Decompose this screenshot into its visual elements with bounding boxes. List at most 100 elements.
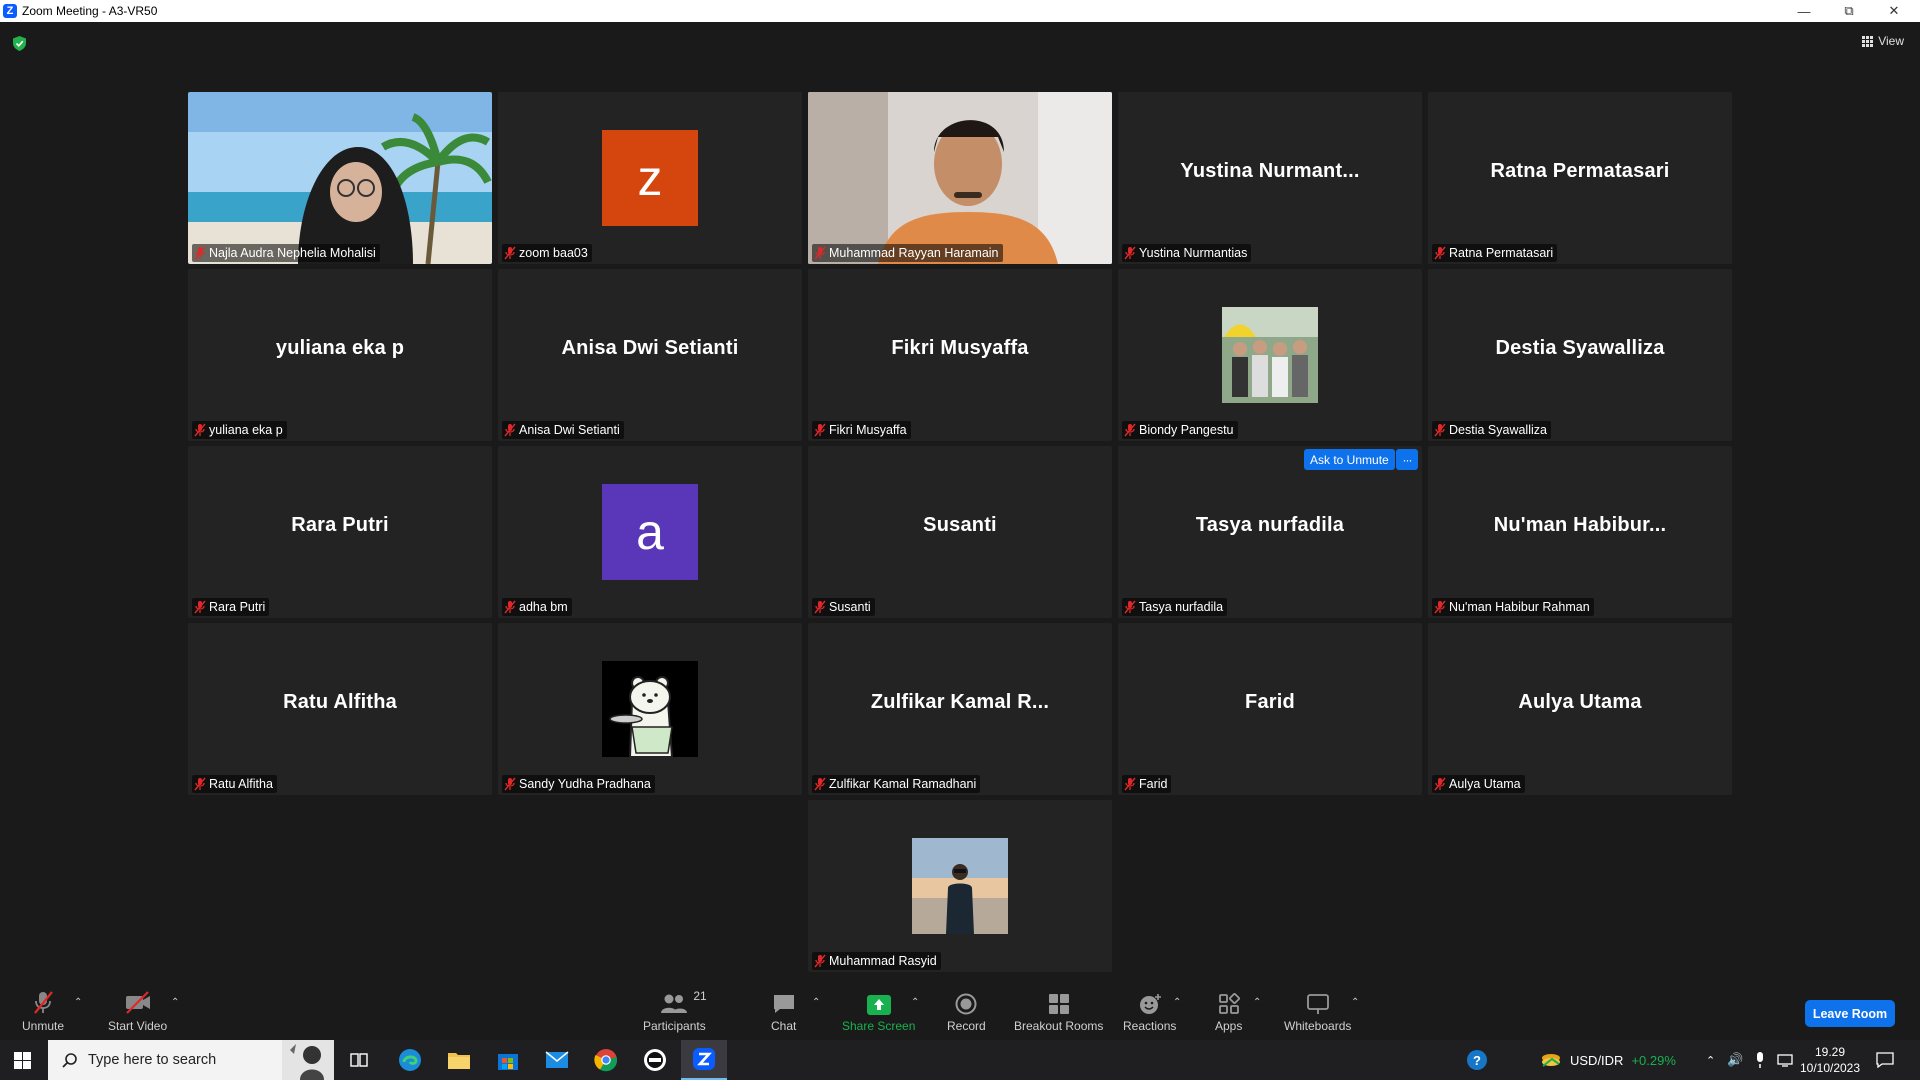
participant-tile[interactable]: Najla Audra Nephelia Mohalisi [188,92,492,264]
zoom-taskbar-icon[interactable] [681,1040,727,1080]
mic-muted-icon [814,954,826,968]
participants-button[interactable]: 21 Participants [643,989,707,1033]
participant-name: Aulya Utama [1449,777,1521,791]
reactions-button[interactable]: Reactions [1123,989,1176,1033]
restore-icon[interactable]: ⧉ [1827,0,1871,22]
participant-name-label: Zulfikar Kamal Ramadhani [812,775,981,793]
chat-icon [772,989,796,1015]
mic-muted-icon [194,600,206,614]
view-button[interactable]: View [1862,34,1904,48]
store-icon[interactable] [485,1040,531,1080]
participant-tile[interactable]: Nu'man Habibur... Nu'man Habibur Rahman [1428,446,1732,618]
participant-name-label: Najla Audra Nephelia Mohalisi [192,244,380,262]
app-icon[interactable] [632,1040,678,1080]
mail-icon[interactable] [534,1040,580,1080]
mic-muted-icon [504,777,516,791]
leave-room-button[interactable]: Leave Room [1805,1000,1895,1027]
apps-caret-icon[interactable]: ⌃ [1253,997,1261,1008]
participant-display-name: Nu'man Habibur... [1493,514,1667,536]
chrome-icon[interactable] [583,1040,629,1080]
participant-tile[interactable]: Ratna Permatasari Ratna Permatasari [1428,92,1732,264]
file-explorer-icon[interactable] [436,1040,482,1080]
more-options-button[interactable]: ··· [1396,449,1418,470]
unmute-button[interactable]: Unmute [22,989,64,1033]
participant-name-label: Farid [1122,775,1172,793]
mic-muted-icon [1124,777,1136,791]
participant-tile[interactable]: Farid Farid [1118,623,1422,795]
apps-icon [1218,989,1240,1015]
microphone-icon[interactable] [1755,1052,1765,1068]
participant-tile[interactable]: Ratu Alfitha Ratu Alfitha [188,623,492,795]
notifications-icon[interactable] [1876,1040,1894,1080]
participant-name: Anisa Dwi Setianti [519,423,620,437]
taskbar-search-box[interactable]: Type here to search [48,1040,334,1080]
participant-tile[interactable]: Yustina Nurmant... Yustina Nurmantias [1118,92,1422,264]
reactions-label: Reactions [1123,1019,1177,1033]
participant-tile[interactable]: Biondy Pangestu [1118,269,1422,441]
share-caret-icon[interactable]: ⌃ [911,997,919,1008]
mic-muted-icon [814,600,826,614]
participant-tile[interactable]: Aulya Utama Aulya Utama [1428,623,1732,795]
participant-tile[interactable]: Fikri Musyaffa Fikri Musyaffa [808,269,1112,441]
participant-name-label: Tasya nurfadila [1122,598,1228,616]
breakout-rooms-button[interactable]: Breakout Rooms [1014,989,1103,1033]
participant-tile[interactable]: yuliana eka p yuliana eka p [188,269,492,441]
windows-start-icon[interactable] [14,1052,31,1069]
participant-tile[interactable]: Susanti Susanti [808,446,1112,618]
volume-icon[interactable]: 🔊 [1727,1052,1743,1068]
participant-name: Najla Audra Nephelia Mohalisi [209,246,376,260]
chat-button[interactable]: Chat [771,989,796,1033]
record-button[interactable]: Record [947,989,986,1033]
participant-tile[interactable]: Anisa Dwi Setianti Anisa Dwi Setianti [498,269,802,441]
clock[interactable]: 19.29 10/10/2023 [1790,1044,1870,1076]
edge-browser-icon[interactable] [387,1040,433,1080]
participant-name: adha bm [519,600,568,614]
participant-name: Muhammad Rayyan Haramain [829,246,999,260]
participant-video-feed [808,92,1112,264]
mic-muted-icon [194,777,206,791]
whiteboards-button[interactable]: Whiteboards [1284,989,1351,1033]
mic-muted-icon [814,246,826,260]
mic-muted-icon [194,246,206,260]
participant-tile[interactable]: Muhammad Rasyid [808,800,1112,972]
close-icon[interactable]: ✕ [1872,0,1916,22]
video-options-caret-icon[interactable]: ⌃ [171,997,179,1008]
start-video-button[interactable]: Start Video [108,989,167,1033]
participants-icon: 21 [659,989,707,1015]
participant-name-label: zoom baa03 [502,244,592,262]
participant-tile[interactable]: Zulfikar Kamal R... Zulfikar Kamal Ramadh… [808,623,1112,795]
grid-view-icon [1862,35,1874,47]
record-icon [955,989,977,1015]
breakout-rooms-label: Breakout Rooms [1014,1019,1104,1033]
whiteboards-caret-icon[interactable]: ⌃ [1351,997,1359,1008]
apps-label: Apps [1215,1019,1243,1033]
windows-taskbar: Type here to search ? USD/IDR +0.29% ⌃ 🔊… [0,1040,1920,1080]
participant-display-name: Anisa Dwi Setianti [561,337,739,359]
participant-name: Biondy Pangestu [1139,423,1234,437]
participant-tile[interactable]: Muhammad Rayyan Haramain [808,92,1112,264]
minimize-icon[interactable]: — [1782,0,1826,22]
participant-tile[interactable]: Destia Syawalliza Destia Syawalliza [1428,269,1732,441]
participant-tile[interactable]: Tasya nurfadila Tasya nurfadila [1118,446,1422,618]
currency-widget[interactable]: USD/IDR +0.29% [1540,1040,1676,1080]
participant-avatar: z [602,130,698,226]
whiteboard-icon [1306,989,1330,1015]
participant-name-label: Susanti [812,598,875,616]
participant-name: zoom baa03 [519,246,588,260]
participant-name-label: Anisa Dwi Setianti [502,421,624,439]
ask-to-unmute-button[interactable]: Ask to Unmute [1304,449,1395,470]
help-icon[interactable]: ? [1466,1040,1488,1080]
participant-tile[interactable]: z zoom baa03 [498,92,802,264]
reactions-caret-icon[interactable]: ⌃ [1173,997,1181,1008]
audio-options-caret-icon[interactable]: ⌃ [74,997,82,1008]
participant-name-label: Biondy Pangestu [1122,421,1238,439]
chat-caret-icon[interactable]: ⌃ [812,997,820,1008]
task-view-icon[interactable] [336,1040,382,1080]
participant-tile[interactable]: Rara Putri Rara Putri [188,446,492,618]
apps-button[interactable]: Apps [1215,989,1242,1033]
participant-tile[interactable]: a adha bm [498,446,802,618]
encryption-shield-icon[interactable] [13,36,26,51]
tray-overflow-icon[interactable]: ⌃ [1706,1054,1715,1067]
participant-tile[interactable]: Sandy Yudha Pradhana [498,623,802,795]
share-screen-button[interactable]: Share Screen [842,989,915,1033]
